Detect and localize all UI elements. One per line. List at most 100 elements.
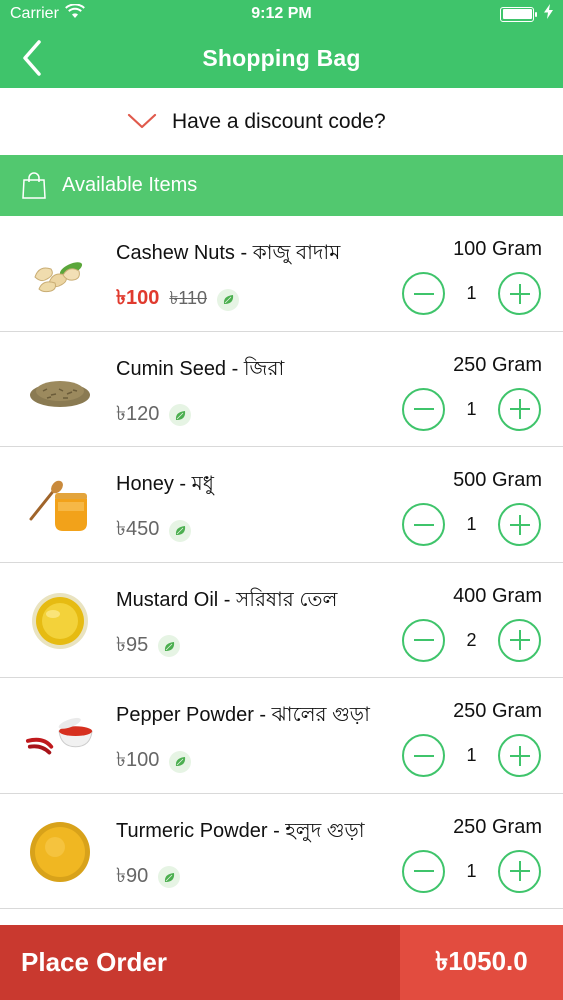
plus-icon [509,283,530,304]
quantity-stepper: 1 [402,849,541,893]
shopping-bag-icon [22,172,46,204]
price-row: ৳100 ৳110 [116,283,240,316]
item-list: Cashew Nuts - কাজু বাদাম 100 Gram ৳100 ৳… [0,216,563,909]
increase-button[interactable] [498,849,541,893]
decrease-button[interactable] [402,734,445,777]
item-weight: 250 Gram [453,700,542,722]
plus-icon [509,514,530,535]
leaf-icon [158,866,181,888]
item-price: ৳120 [116,402,160,425]
leaf-icon [169,750,192,773]
status-left: Carrier [10,3,85,24]
price-row: ৳450 [116,514,192,547]
item-name: Pepper Powder - ঝালের গুড়া [116,704,370,726]
item-weight: 400 Gram [453,584,542,607]
quantity-stepper: 1 [402,503,541,546]
quantity-stepper: 1 [402,387,541,431]
pepper-powder-image [24,700,96,772]
battery-icon [500,6,537,22]
price-row: ৳120 [116,399,192,432]
list-item: Cumin Seed - জিরা 250 Gram ৳120 1 [0,331,563,447]
item-weight: 500 Gram [453,469,542,491]
minus-icon [413,870,434,872]
decrease-button[interactable] [402,387,445,431]
footer-bar: Place Order ৳1050.0 [0,925,563,1000]
minus-icon [413,639,434,641]
item-name: Cashew Nuts - কাজু বাদাম [116,242,341,264]
quantity-value: 2 [466,629,477,650]
status-bar: Carrier 9:12 PM [0,0,563,28]
list-item: Pepper Powder - ঝালের গুড়া 250 Gram ৳10… [0,678,563,794]
item-weight: 250 Gram [453,815,542,838]
item-name: Turmeric Powder - হলুদ গুড়া [116,819,365,842]
mustard-oil-image [24,585,96,657]
minus-icon [413,292,434,295]
price-row: ৳95 [116,630,181,663]
item-old-price: ৳110 [169,288,208,308]
decrease-button[interactable] [402,849,445,893]
order-total: ৳1050.0 [400,925,563,1000]
list-item: Turmeric Powder - হলুদ গুড়া 250 Gram ৳9… [0,793,563,909]
chevron-left-icon [23,40,41,76]
honey-image [24,469,96,541]
cashew-nuts-image [24,238,96,310]
item-price: ৳100 [116,287,160,309]
quantity-stepper: 1 [402,734,541,777]
item-weight: 250 Gram [453,353,542,376]
quantity-stepper: 1 [402,272,541,315]
decrease-button[interactable] [402,272,445,315]
item-price: ৳100 [116,749,160,771]
leaf-icon [158,635,181,657]
price-row: ৳100 [116,745,192,778]
list-item: Cashew Nuts - কাজু বাদাম 100 Gram ৳100 ৳… [0,216,563,332]
charging-icon [544,4,553,24]
plus-icon [509,630,530,650]
increase-button[interactable] [498,503,541,546]
quantity-value: 1 [466,745,477,765]
item-price: ৳95 [116,633,149,656]
nav-bar: Shopping Bag [0,28,563,88]
increase-button[interactable] [498,618,541,662]
list-item: Mustard Oil - সরিষার তেল 400 Gram ৳95 2 [0,562,563,678]
item-price: ৳90 [116,864,149,887]
discount-code-label: Have a discount code? [172,110,386,133]
back-button[interactable] [14,38,50,78]
place-order-button[interactable]: Place Order [0,925,400,1000]
turmeric-powder-image [24,816,96,888]
discount-code-toggle[interactable]: Have a discount code? [0,88,563,155]
carrier-label: Carrier [10,5,59,22]
quantity-value: 1 [466,283,477,303]
decrease-button[interactable] [402,618,445,662]
quantity-value: 1 [466,860,477,881]
increase-button[interactable] [498,387,541,431]
wifi-icon [65,3,85,24]
quantity-stepper: 2 [402,618,541,662]
minus-icon [413,754,434,757]
section-header: Available Items [0,155,563,216]
cumin-seed-image [24,354,96,426]
plus-icon [509,861,530,881]
decrease-button[interactable] [402,503,445,546]
item-weight: 100 Gram [453,238,542,260]
increase-button[interactable] [498,272,541,315]
quantity-value: 1 [466,398,477,419]
item-name: Mustard Oil - সরিষার তেল [116,588,338,611]
section-title: Available Items [62,174,198,196]
page-title: Shopping Bag [202,44,361,71]
plus-icon [509,399,530,419]
quantity-value: 1 [466,514,477,534]
list-item: Honey - মধু 500 Gram ৳450 1 [0,447,563,563]
plus-icon [509,745,530,766]
minus-icon [413,523,434,526]
leaf-icon [217,288,240,311]
price-row: ৳90 [116,861,181,894]
item-price: ৳450 [116,518,160,540]
increase-button[interactable] [498,734,541,777]
item-name: Honey - মধু [116,473,214,495]
status-right [500,4,553,24]
minus-icon [413,408,434,410]
chevron-down-icon [127,112,157,135]
leaf-icon [169,519,192,542]
item-name: Cumin Seed - জিরা [116,357,285,380]
leaf-icon [169,404,192,426]
